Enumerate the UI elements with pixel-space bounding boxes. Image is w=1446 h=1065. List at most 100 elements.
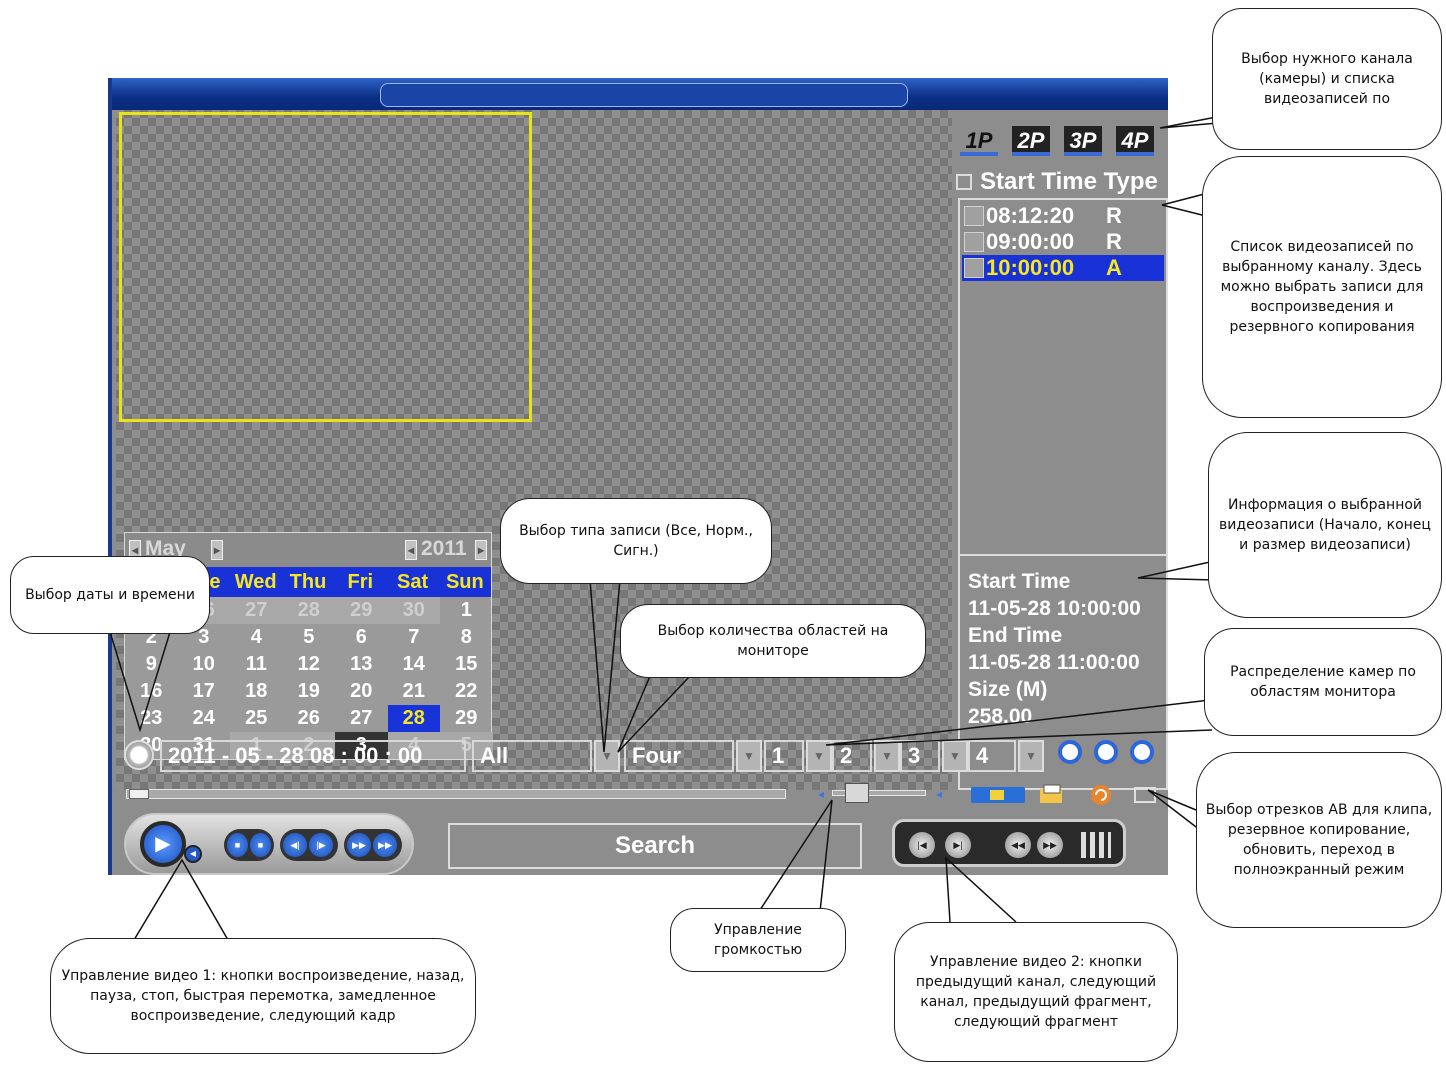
calendar-day[interactable]: 9 (125, 651, 178, 678)
volume-high-icon: ◂ (936, 787, 943, 801)
callout-date-time: Выбор даты и времени (10, 556, 210, 634)
record-checkbox[interactable] (964, 258, 984, 278)
progress-knob[interactable] (129, 789, 149, 799)
calendar-day[interactable]: 1 (440, 597, 493, 624)
faster-icon[interactable]: ▶▶ (373, 833, 397, 857)
chevron-down-icon[interactable]: ▼ (736, 740, 762, 772)
next-month-icon[interactable]: ▸ (211, 540, 223, 560)
next-channel-icon[interactable]: ▶| (945, 832, 971, 858)
record-list: 08:12:20 R 09:00:00 R 10:00:00 A (958, 198, 1168, 556)
calendar-day[interactable]: 11 (230, 651, 283, 678)
callout-record-list: Список видеозаписей по выбранному каналу… (1202, 156, 1442, 418)
save-icon[interactable] (956, 174, 972, 190)
clock-icon[interactable] (124, 740, 154, 770)
playback-progress[interactable] (126, 789, 786, 799)
calendar-day[interactable]: 5 (283, 624, 336, 651)
calendar-day[interactable]: 26 (283, 705, 336, 732)
calendar-day[interactable]: 21 (388, 678, 441, 705)
calendar-day[interactable]: 4 (230, 624, 283, 651)
chevron-down-icon[interactable]: ▼ (874, 740, 900, 772)
record-checkbox[interactable] (964, 206, 984, 226)
record-row-selected[interactable]: 10:00:00 A (962, 255, 1164, 281)
search-button[interactable]: Search (448, 823, 862, 869)
tab-2p[interactable]: 2P (1012, 126, 1050, 156)
video-area[interactable]: ◂ May ▸ ◂ 2011 ▸ MonTueWedThuFriSatSun 2… (116, 110, 952, 790)
channel-1-select[interactable]: 1 (764, 740, 804, 772)
calendar-day[interactable]: 15 (440, 651, 493, 678)
prev-channel-icon[interactable]: |◀ (909, 832, 935, 858)
calendar-day[interactable]: 10 (178, 651, 231, 678)
record-type-select[interactable]: All (472, 740, 592, 772)
selected-region[interactable] (119, 112, 532, 422)
stop-group: ■ ■ (224, 829, 274, 861)
weekday-label: Fri (347, 571, 374, 593)
calendar-day[interactable]: 7 (388, 624, 441, 651)
zoom-in-icon[interactable] (1130, 740, 1154, 764)
calendar-day[interactable]: 28 (387, 705, 440, 732)
calendar-day[interactable]: 24 (178, 705, 231, 732)
fullscreen-icon[interactable] (1132, 783, 1158, 807)
pause-icon[interactable]: ■ (227, 833, 248, 857)
calendar-day[interactable]: 20 (335, 678, 388, 705)
chevron-down-icon[interactable]: ▼ (942, 740, 968, 772)
next-segment-icon[interactable]: ▶▶ (1037, 832, 1063, 858)
chevron-down-icon[interactable]: ▼ (594, 740, 620, 772)
record-time: 10:00:00 (986, 255, 1075, 280)
stop-icon[interactable]: ■ (250, 833, 271, 857)
calendar-day[interactable]: 17 (178, 678, 231, 705)
channel-3-select[interactable]: 3 (900, 740, 940, 772)
clip-ab-icon[interactable] (970, 783, 1026, 807)
calendar-day[interactable]: 13 (335, 651, 388, 678)
weekday-label: Sat (396, 571, 429, 593)
chevron-down-icon[interactable]: ▼ (806, 740, 832, 772)
channel-4-select[interactable]: 4 (968, 740, 1016, 772)
calendar-day[interactable]: 12 (283, 651, 336, 678)
next-year-icon[interactable]: ▸ (475, 540, 487, 560)
header-start-time: Start Time (980, 168, 1097, 195)
bars-icon[interactable] (1081, 832, 1111, 858)
callout-camera-layout: Распределение камер по областям монитора (1204, 628, 1442, 736)
calendar-day[interactable]: 28 (282, 597, 335, 624)
zoom-icon[interactable] (1058, 740, 1082, 764)
calendar-day[interactable]: 16 (125, 678, 178, 705)
calendar-day[interactable]: 22 (440, 678, 493, 705)
record-row[interactable]: 08:12:20 R (962, 203, 1164, 229)
record-checkbox[interactable] (964, 232, 984, 252)
calendar-day[interactable]: 23 (125, 705, 178, 732)
calendar-day[interactable]: 27 (230, 597, 283, 624)
callout-video-control-1: Управление видео 1: кнопки воспроизведен… (50, 938, 476, 1054)
record-row[interactable]: 09:00:00 R (962, 229, 1164, 255)
datetime-field[interactable]: 2011 - 05 - 28 08 : 00 : 00 (160, 740, 466, 772)
prev-segment-icon[interactable]: ◀◀ (1005, 832, 1031, 858)
calendar-day[interactable]: 25 (230, 705, 283, 732)
calendar-day[interactable]: 19 (283, 678, 336, 705)
tab-3p[interactable]: 3P (1064, 126, 1102, 156)
play-icon[interactable]: ▶ (140, 821, 186, 867)
channel-2-select[interactable]: 2 (832, 740, 872, 772)
tab-4p[interactable]: 4P (1116, 126, 1154, 156)
volume-knob[interactable] (845, 783, 869, 803)
tab-1p[interactable]: 1P (960, 126, 998, 156)
volume-slider[interactable] (832, 783, 926, 803)
prev-year-icon[interactable]: ◂ (405, 540, 417, 560)
calendar-day[interactable]: 8 (440, 624, 493, 651)
calendar-day[interactable]: 18 (230, 678, 283, 705)
zoom-out-icon[interactable] (1094, 740, 1118, 764)
backup-icon[interactable] (1038, 783, 1066, 807)
fast-forward-icon[interactable]: ▶▶ (347, 833, 371, 857)
calendar-day[interactable]: 29 (440, 705, 493, 732)
back-icon[interactable]: ◀ (184, 845, 202, 863)
calendar-day[interactable]: 30 (387, 597, 440, 624)
callout-channel-select: Выбор нужного канала (камеры) и списка в… (1212, 8, 1442, 150)
calendar-day[interactable]: 27 (335, 705, 388, 732)
record-type: R (1106, 229, 1122, 254)
title-bar (112, 78, 1168, 110)
calendar-day[interactable]: 29 (335, 597, 388, 624)
refresh-icon[interactable] (1088, 783, 1114, 807)
calendar-day[interactable]: 14 (388, 651, 441, 678)
step-frame-icon[interactable]: |▶ (309, 833, 333, 857)
split-mode-select[interactable]: Four (624, 740, 734, 772)
chevron-down-icon[interactable]: ▼ (1018, 740, 1044, 772)
calendar-day[interactable]: 6 (335, 624, 388, 651)
slow-icon[interactable]: ◀| (283, 833, 307, 857)
